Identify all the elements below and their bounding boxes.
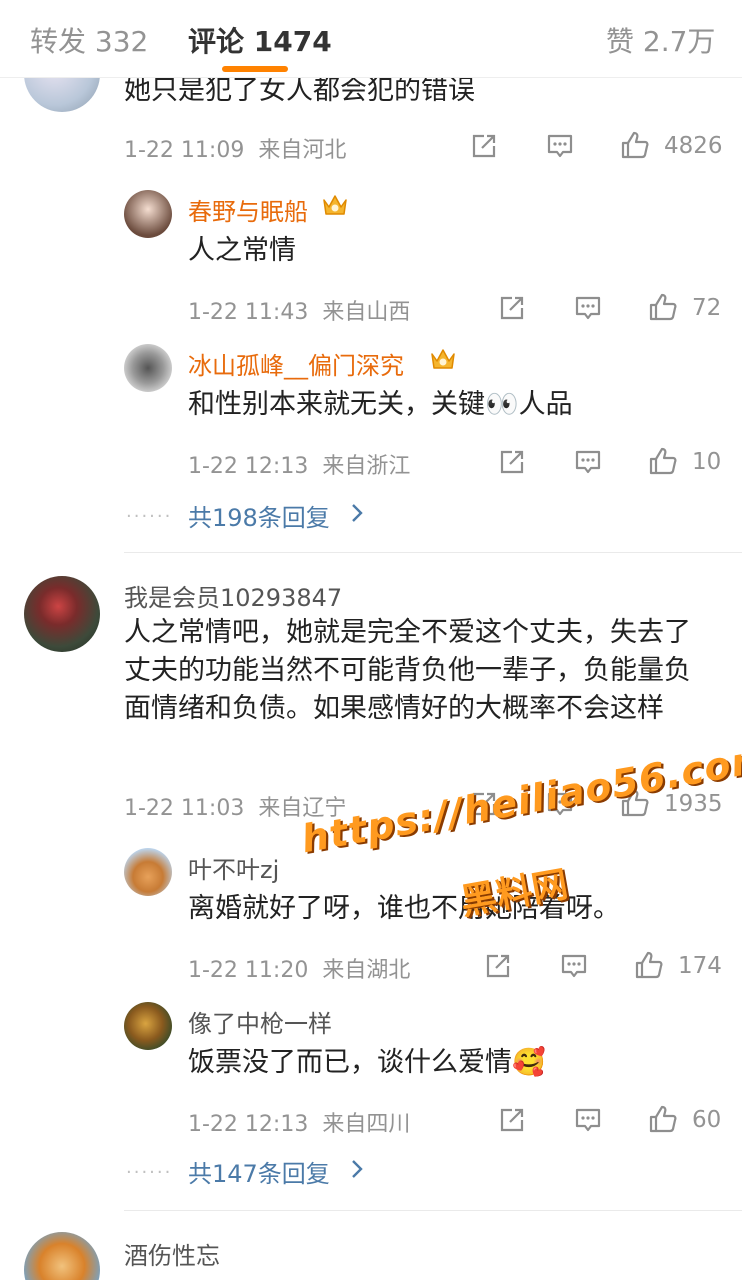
reply-username[interactable]: 叶不叶zj: [188, 850, 279, 885]
view-more-replies-link[interactable]: 共198条回复: [188, 498, 330, 533]
reply-text: 人之常情: [188, 235, 296, 266]
like-icon[interactable]: [648, 1104, 678, 1134]
reply-username[interactable]: 像了中枪一样: [188, 1004, 332, 1039]
comment-icon[interactable]: [574, 294, 602, 322]
active-tab-indicator: [222, 66, 288, 72]
comment-icon[interactable]: [574, 448, 602, 476]
reply-time: 1-22 11:20 来自湖北: [188, 958, 411, 983]
comment-icon[interactable]: [574, 1106, 602, 1134]
like-icon[interactable]: [620, 130, 650, 160]
avatar[interactable]: [124, 848, 172, 896]
like-icon[interactable]: [648, 292, 678, 322]
thread-dots: ······: [126, 1162, 173, 1183]
reply-time: 1-22 12:13 来自四川: [188, 1112, 411, 1137]
comment-text: 人之常情吧，她就是完全不爱这个丈夫，失去了丈夫的功能当然不可能背负他一辈子，负能…: [124, 617, 691, 724]
comment-icon[interactable]: [560, 952, 588, 980]
avatar[interactable]: [124, 190, 172, 238]
thread-dots: ······: [126, 506, 173, 527]
comment-divider: [124, 1210, 742, 1211]
tab-repost[interactable]: 转发 332: [30, 20, 148, 60]
comment-time: 1-22 11:09 来自河北: [124, 138, 347, 163]
like-count: 60: [692, 1107, 722, 1133]
reply-time: 1-22 11:43 来自山西: [188, 300, 411, 325]
chevron-right-icon: [350, 1158, 364, 1180]
share-icon[interactable]: [470, 132, 498, 160]
chevron-right-icon: [350, 502, 364, 524]
tab-comments[interactable]: 评论 1474: [188, 20, 332, 60]
tab-likes[interactable]: 赞 2.7万: [606, 20, 715, 60]
share-icon[interactable]: [498, 448, 526, 476]
reply-time: 1-22 12:13 来自浙江: [188, 454, 411, 479]
reply-text: 和性别本来就无关，关键👀人品: [188, 389, 573, 420]
like-icon[interactable]: [648, 446, 678, 476]
reply-username[interactable]: 冰山孤峰__偏门深究: [188, 346, 404, 381]
comment-username[interactable]: 酒伤性忘: [124, 1236, 220, 1271]
avatar[interactable]: [24, 1232, 100, 1280]
share-icon[interactable]: [498, 1106, 526, 1134]
avatar[interactable]: [124, 1002, 172, 1050]
like-icon[interactable]: [634, 950, 664, 980]
like-count: 72: [692, 295, 722, 321]
like-count: 4826: [664, 133, 723, 159]
avatar[interactable]: [124, 344, 172, 392]
vip-crown-icon: [428, 344, 458, 374]
comment-tabs-bar: 转发 332 评论 1474 赞 2.7万: [0, 0, 742, 78]
reply-text: 饭票没了而已，谈什么爱情🥰: [188, 1047, 546, 1078]
share-icon[interactable]: [498, 294, 526, 322]
avatar[interactable]: [24, 576, 100, 652]
comment-username[interactable]: 我是会员10293847: [124, 578, 342, 613]
view-more-replies-link[interactable]: 共147条回复: [188, 1154, 330, 1189]
like-count: 174: [678, 953, 722, 979]
comment-icon[interactable]: [546, 132, 574, 160]
reply-username[interactable]: 春野与眠船: [188, 192, 308, 227]
share-icon[interactable]: [484, 952, 512, 980]
comment-divider: [124, 552, 742, 553]
vip-crown-icon: [320, 190, 350, 220]
like-count: 10: [692, 449, 722, 475]
